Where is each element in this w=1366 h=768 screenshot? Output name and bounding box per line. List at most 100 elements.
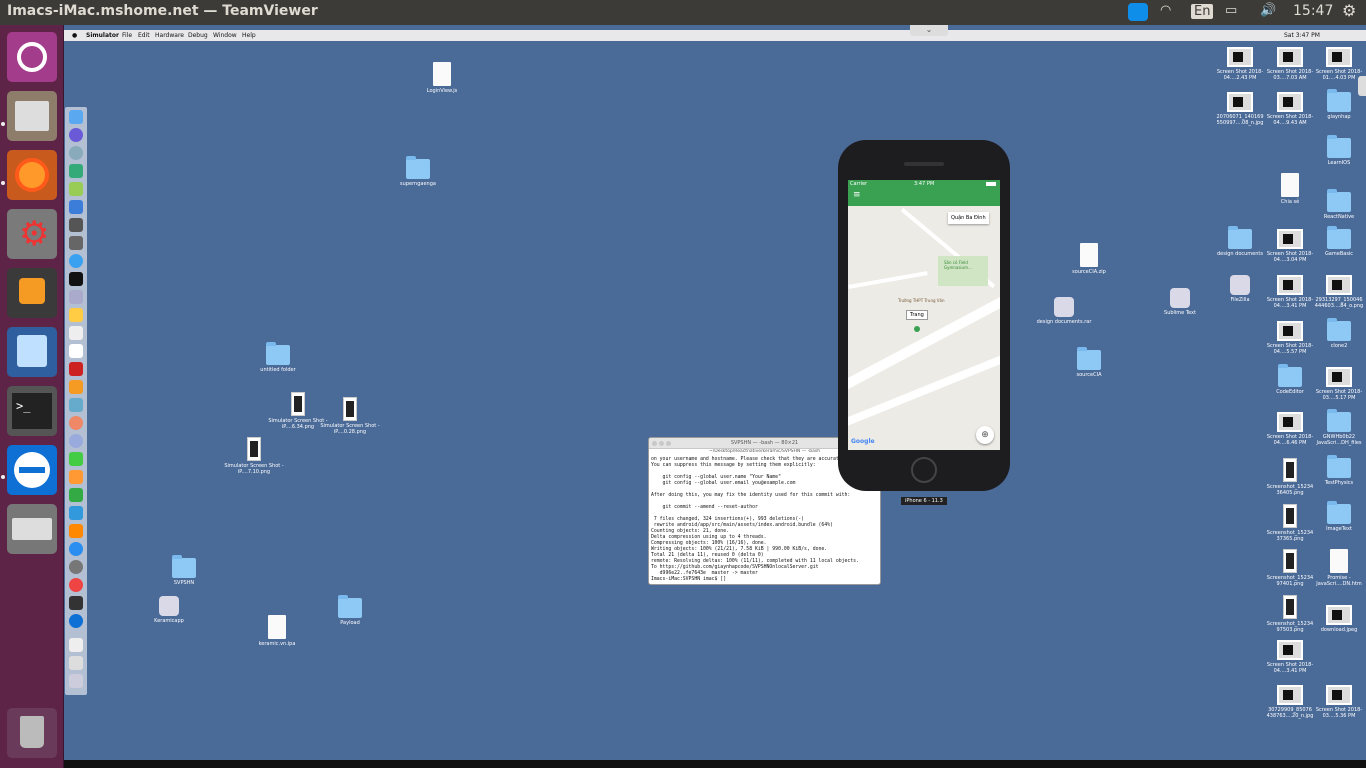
desktop-icon[interactable]: giaynhap [1304, 89, 1366, 120]
keyboard-layout-indicator[interactable]: En [1191, 4, 1214, 19]
home-button[interactable] [911, 457, 937, 483]
desktop-icon[interactable]: superngaenga [383, 156, 453, 187]
keyboard-icon[interactable] [7, 504, 57, 554]
zoom-button[interactable] [666, 441, 671, 446]
messages-icon[interactable] [69, 452, 83, 466]
menu-edit[interactable]: Edit [138, 32, 150, 39]
desktop-icon[interactable]: untitled folder [243, 342, 313, 373]
minimize-button[interactable] [659, 441, 664, 446]
terminal-icon[interactable] [69, 272, 83, 286]
desktop-icon[interactable]: 29313297_150046 444603....84_o.png [1304, 275, 1366, 309]
chrome-icon[interactable] [69, 578, 83, 592]
firefox-icon[interactable] [7, 150, 57, 200]
menu-app-name[interactable]: Simulator [86, 32, 119, 39]
clock[interactable]: 15:47 [1293, 3, 1333, 19]
help-icon[interactable] [69, 434, 83, 448]
desktop-icon[interactable]: Screen Shot 2018-01....4.03 PM [1304, 47, 1366, 81]
notes-icon[interactable] [69, 308, 83, 322]
documents-stack-icon[interactable] [69, 656, 83, 670]
desktop-icon[interactable]: sourceCIA [1054, 347, 1124, 378]
simulator-screen[interactable]: Carrier 3:47 PM ≡ Quận Ba Đình Sân cỏ Fi… [848, 180, 1000, 450]
ubuntu-dash-icon[interactable] [7, 32, 57, 82]
map-pin-label[interactable]: Trang [906, 310, 928, 320]
desktop-icon[interactable]: GameBasic [1304, 226, 1366, 257]
desktop-icon[interactable]: design documents.rar [1029, 297, 1099, 325]
simulator-icon[interactable] [69, 596, 83, 610]
my-location-button[interactable]: ⊕ [976, 426, 994, 444]
gear-icon[interactable]: ⚙ [1342, 1, 1356, 20]
trash-icon[interactable] [69, 674, 83, 688]
desktop-icon[interactable]: Simulator Screen Shot - iP....7.10.png [219, 437, 289, 475]
desktop-icon[interactable]: LoginView.js [407, 62, 477, 94]
menu-debug[interactable]: Debug [188, 32, 208, 39]
filezilla-icon[interactable] [69, 362, 83, 376]
downloads-icon[interactable] [69, 638, 83, 652]
desktop-icon[interactable]: SVPSHN [149, 555, 219, 586]
menu-file[interactable]: File [122, 32, 132, 39]
sublime-text-icon[interactable] [69, 380, 83, 394]
teamviewer-icon[interactable] [7, 445, 57, 495]
desktop-icon[interactable]: GNWHb0b22 JavaScri...DH_files [1304, 409, 1366, 446]
pages-icon[interactable] [69, 470, 83, 484]
place-name-chip[interactable]: Quận Ba Đình [948, 212, 989, 224]
photos-icon[interactable] [69, 398, 83, 412]
volume-icon[interactable]: 🔊 [1260, 3, 1276, 18]
system-preferences-icon[interactable] [69, 560, 83, 574]
desktop-icon[interactable]: Screen Shot 2018-03....5.36 PM [1304, 685, 1366, 719]
ibooks-icon[interactable] [69, 524, 83, 538]
iphone-simulator[interactable]: Carrier 3:47 PM ≡ Quận Ba Đình Sân cỏ Fi… [838, 140, 1010, 491]
preview-icon[interactable] [69, 290, 83, 304]
android-icon[interactable] [69, 182, 83, 196]
map-view[interactable]: Quận Ba Đình Sân cỏ Field Gymnasium... T… [848, 206, 1000, 450]
settings-icon[interactable]: ⚙ [7, 209, 57, 259]
android-studio-icon[interactable] [69, 164, 83, 178]
desktop-icon[interactable]: download.jpeg [1304, 605, 1366, 633]
rocket-icon[interactable] [69, 236, 83, 250]
teamviewer-icon[interactable] [69, 614, 83, 628]
desktop-icon[interactable]: Promise - JavaScri....DN.htm [1304, 549, 1366, 587]
textedit-icon[interactable] [69, 326, 83, 340]
desktop-icon[interactable]: ImageText [1304, 501, 1366, 532]
battery-icon[interactable]: ▭ [1225, 3, 1237, 18]
utility-icon[interactable] [69, 218, 83, 232]
app-store-icon[interactable] [69, 542, 83, 556]
launchpad-icon[interactable] [69, 146, 83, 160]
photos-color-icon[interactable] [69, 416, 83, 430]
document-icon[interactable] [69, 344, 83, 358]
desktop-icon[interactable]: LearnIOS [1304, 135, 1366, 166]
keynote-icon[interactable] [69, 506, 83, 520]
safari-icon[interactable] [69, 254, 83, 268]
hamburger-menu-icon[interactable]: ≡ [853, 190, 861, 200]
menu-window[interactable]: Window [213, 32, 237, 39]
files-icon[interactable] [7, 91, 57, 141]
desktop-icon[interactable]: Screen Shot 2018-03....5.17 PM [1304, 367, 1366, 401]
teamviewer-toolbar-toggle[interactable]: ⌄ [910, 25, 948, 36]
virtualbox-icon[interactable] [7, 327, 57, 377]
remote-desktop[interactable]: ● Simulator File Edit Hardware Debug Win… [64, 25, 1366, 768]
desktop-icon[interactable]: TestPhysics [1304, 455, 1366, 486]
apple-icon[interactable]: ● [72, 32, 77, 39]
close-button[interactable] [652, 441, 657, 446]
menu-help[interactable]: Help [242, 32, 256, 39]
desktop-icon[interactable]: sourceCIA.zip [1054, 243, 1124, 275]
desktop-icon[interactable]: keramic.vn.ipa [242, 615, 312, 647]
menu-hardware[interactable]: Hardware [155, 32, 184, 39]
desktop-icon[interactable]: clone2 [1304, 318, 1366, 349]
wifi-icon[interactable]: ◠ [1160, 3, 1171, 18]
xcode-icon[interactable] [69, 200, 83, 214]
menu-clock[interactable]: Sat 3:47 PM [1284, 32, 1320, 39]
desktop-icon[interactable]: Keramicapp [134, 596, 204, 624]
desktop-icon[interactable]: Simulator Screen Shot - iP....0.28.png [315, 397, 385, 435]
sublime-text-icon[interactable] [7, 268, 57, 318]
finder-icon[interactable] [69, 110, 83, 124]
desktop-icon[interactable]: Payload [315, 595, 385, 626]
trash-icon[interactable] [7, 708, 57, 758]
map-pin-icon[interactable] [914, 326, 920, 332]
teamviewer-tray-icon[interactable] [1128, 3, 1148, 21]
terminal-icon[interactable]: >_ [7, 386, 57, 436]
numbers-icon[interactable] [69, 488, 83, 502]
desktop-icon[interactable]: ReactNative [1304, 189, 1366, 220]
siri-icon[interactable] [69, 128, 83, 142]
map-road [848, 340, 1000, 430]
desktop-icon[interactable]: Screen Shot 2018-04....3.41 PM [1255, 640, 1325, 674]
